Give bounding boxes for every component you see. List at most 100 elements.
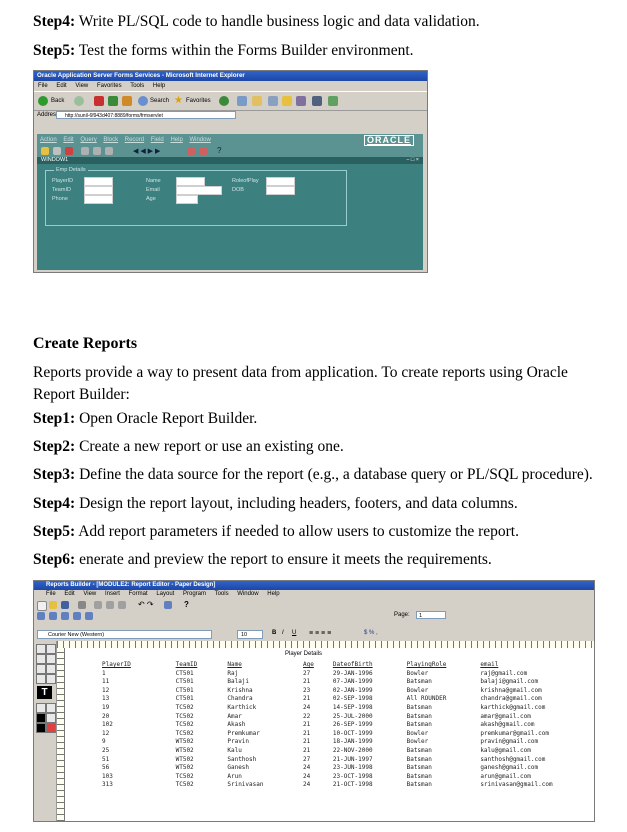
back-label[interactable]: Back bbox=[51, 98, 64, 104]
menu-help[interactable]: Help bbox=[267, 591, 279, 597]
forms-menu-field[interactable]: Field bbox=[151, 137, 164, 143]
fill-color-icon[interactable] bbox=[36, 713, 46, 723]
undo-icon[interactable]: ↶ ↷ bbox=[138, 600, 154, 609]
cut-icon[interactable] bbox=[94, 601, 102, 609]
menu-edit[interactable]: Edit bbox=[56, 83, 66, 89]
history-icon[interactable] bbox=[237, 96, 247, 106]
search-icon[interactable] bbox=[138, 96, 148, 106]
age-input[interactable] bbox=[176, 195, 198, 204]
align-icon[interactable]: ≡ ≡ ≡ ≡ bbox=[309, 630, 331, 637]
bold-icon[interactable]: B bbox=[272, 630, 276, 636]
forms-menu-window[interactable]: Window bbox=[189, 137, 210, 143]
name-input[interactable] bbox=[176, 177, 205, 186]
copy-icon[interactable] bbox=[106, 601, 114, 609]
select-tool-icon[interactable] bbox=[36, 644, 46, 654]
line-tool-icon[interactable] bbox=[46, 654, 56, 664]
line-color-icon[interactable] bbox=[46, 713, 56, 723]
favorites-icon[interactable]: ★ bbox=[174, 96, 184, 106]
copy-icon[interactable] bbox=[93, 147, 101, 155]
discuss-icon[interactable] bbox=[312, 96, 322, 106]
menu-tools[interactable]: Tools bbox=[215, 591, 229, 597]
forms-menu-record[interactable]: Record bbox=[125, 137, 144, 143]
paper-design-icon[interactable] bbox=[73, 612, 81, 620]
refresh-icon[interactable] bbox=[108, 96, 118, 106]
chart-tool-icon[interactable] bbox=[46, 703, 56, 713]
arc-tool-icon[interactable] bbox=[46, 664, 56, 674]
menu-format[interactable]: Format bbox=[129, 591, 148, 597]
window-controls-icon[interactable]: − □ × bbox=[406, 157, 419, 164]
forward-icon[interactable] bbox=[74, 96, 84, 106]
dob-input[interactable] bbox=[266, 186, 295, 195]
data-model-icon[interactable] bbox=[37, 612, 45, 620]
edit-icon[interactable] bbox=[296, 96, 306, 106]
folder-icon[interactable] bbox=[282, 96, 292, 106]
paper-layout-icon[interactable] bbox=[61, 612, 69, 620]
menu-file[interactable]: File bbox=[46, 591, 56, 597]
cut-icon[interactable] bbox=[81, 147, 89, 155]
menu-window[interactable]: Window bbox=[237, 591, 258, 597]
save-icon[interactable] bbox=[61, 601, 69, 609]
menu-edit[interactable]: Edit bbox=[64, 591, 74, 597]
roleofplay-input[interactable] bbox=[266, 177, 295, 186]
address-input[interactable]: http://sunil-6f943d407:8889/forms/frmser… bbox=[56, 111, 236, 119]
color-palette-icon[interactable] bbox=[46, 723, 56, 733]
print-icon[interactable] bbox=[53, 147, 61, 155]
forms-menu-block[interactable]: Block bbox=[103, 137, 118, 143]
menu-favorites[interactable]: Favorites bbox=[97, 83, 122, 89]
menu-insert[interactable]: Insert bbox=[105, 591, 120, 597]
text-color-icon[interactable] bbox=[36, 723, 46, 733]
forms-menu-query[interactable]: Query bbox=[80, 137, 96, 143]
page-input[interactable]: 1 bbox=[416, 611, 446, 619]
menu-program[interactable]: Program bbox=[183, 591, 206, 597]
polygon-tool-icon[interactable] bbox=[36, 674, 46, 684]
search-label[interactable]: Search bbox=[150, 98, 169, 104]
font-select[interactable]: Courier New (Western) bbox=[37, 630, 212, 639]
save-icon[interactable] bbox=[41, 147, 49, 155]
playerid-input[interactable] bbox=[84, 177, 113, 186]
web-source-icon[interactable] bbox=[49, 612, 57, 620]
parameter-form-icon[interactable] bbox=[85, 612, 93, 620]
mail-icon[interactable] bbox=[252, 96, 262, 106]
menu-layout[interactable]: Layout bbox=[156, 591, 174, 597]
print-icon[interactable] bbox=[268, 96, 278, 106]
format-icon[interactable]: $ % , bbox=[364, 630, 378, 636]
rectangle-tool-icon[interactable] bbox=[36, 654, 46, 664]
menu-file[interactable]: File bbox=[38, 83, 48, 89]
menu-tools[interactable]: Tools bbox=[130, 83, 144, 89]
font-size-select[interactable]: 10 bbox=[237, 630, 263, 639]
messenger-icon[interactable] bbox=[328, 96, 338, 106]
ellipse-tool-icon[interactable] bbox=[36, 664, 46, 674]
email-input[interactable] bbox=[176, 186, 222, 195]
teamid-input[interactable] bbox=[84, 186, 113, 195]
insert-record-icon[interactable] bbox=[187, 147, 195, 155]
open-icon[interactable] bbox=[49, 601, 57, 609]
home-icon[interactable] bbox=[122, 96, 132, 106]
field-tool-icon[interactable] bbox=[46, 674, 56, 684]
forms-menu-edit[interactable]: Edit bbox=[63, 137, 73, 143]
favorites-label[interactable]: Favorites bbox=[186, 98, 211, 104]
forms-menu-help[interactable]: Help bbox=[170, 137, 182, 143]
new-icon[interactable] bbox=[37, 601, 47, 611]
print-icon[interactable] bbox=[78, 601, 86, 609]
forms-menu-action[interactable]: Action bbox=[40, 137, 57, 143]
help-icon[interactable]: ? bbox=[217, 146, 221, 155]
run-icon[interactable] bbox=[164, 601, 172, 609]
magnify-tool-icon[interactable] bbox=[46, 644, 56, 654]
paste-icon[interactable] bbox=[105, 147, 113, 155]
phone-input[interactable] bbox=[84, 195, 113, 204]
menu-view[interactable]: View bbox=[83, 591, 96, 597]
delete-record-icon[interactable] bbox=[199, 147, 207, 155]
paste-icon[interactable] bbox=[118, 601, 126, 609]
help-icon[interactable]: ? bbox=[184, 600, 189, 609]
underline-icon[interactable]: U bbox=[292, 630, 296, 636]
back-icon[interactable] bbox=[38, 96, 48, 106]
italic-icon[interactable]: I bbox=[282, 630, 284, 636]
stop-icon[interactable] bbox=[94, 96, 104, 106]
record-nav-icon[interactable]: ◀ ◀ ▶ ▶ bbox=[133, 147, 160, 155]
frame-tool-icon[interactable] bbox=[36, 703, 46, 713]
exit-icon[interactable] bbox=[65, 147, 73, 155]
menu-view[interactable]: View bbox=[75, 83, 88, 89]
text-tool-icon[interactable]: T bbox=[37, 686, 52, 699]
menu-help[interactable]: Help bbox=[153, 83, 165, 89]
media-icon[interactable] bbox=[219, 96, 229, 106]
